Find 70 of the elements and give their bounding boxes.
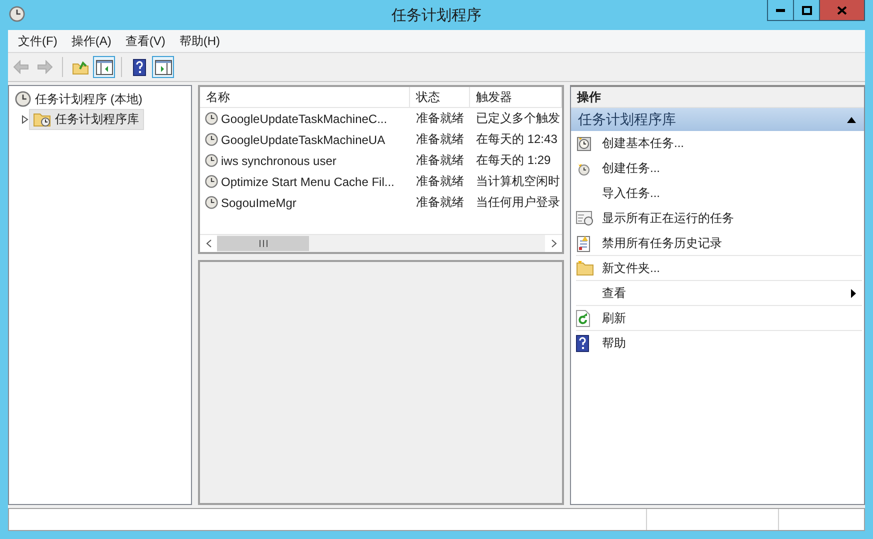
table-cell-text: 当计算机空闲时 bbox=[475, 173, 561, 190]
history-log-icon bbox=[576, 234, 591, 252]
pane-title: 操作 bbox=[571, 87, 864, 108]
table-cell-text: 准备就绪 bbox=[415, 152, 465, 169]
forward-arrow-icon bbox=[37, 60, 53, 74]
menu-item[interactable]: 文件(F) bbox=[11, 32, 64, 50]
window-title: 任务计划程序 bbox=[392, 6, 482, 25]
action-link[interactable]: 刷新 bbox=[602, 310, 626, 326]
scroll-left-icon[interactable] bbox=[206, 239, 212, 248]
table-cell-text: 在每天的 1:29 bbox=[475, 152, 552, 169]
clock-icon bbox=[205, 112, 218, 125]
clock-icon bbox=[205, 175, 218, 188]
scroll-right-icon[interactable] bbox=[550, 239, 556, 248]
minimize-icon bbox=[776, 8, 785, 12]
section-header[interactable]: 任务计划程序库 bbox=[571, 108, 864, 131]
help-icon bbox=[132, 58, 146, 76]
toolbar-button[interactable] bbox=[93, 56, 115, 78]
action-link[interactable]: 创建基本任务... bbox=[602, 134, 684, 152]
folder-icon bbox=[576, 260, 594, 276]
clock-icon bbox=[205, 154, 218, 167]
table-cell-text: 在每天的 12:43 bbox=[475, 131, 558, 148]
action-link[interactable]: 显示所有正在运行的任务 bbox=[602, 210, 734, 226]
action-pane-icon bbox=[154, 60, 172, 74]
folder-clock-icon bbox=[33, 111, 51, 127]
table-cell-text: 准备就绪 bbox=[415, 131, 465, 148]
menu-item[interactable]: 查看(V) bbox=[118, 32, 172, 50]
action-link[interactable]: 禁用所有任务历史记录 bbox=[602, 234, 722, 252]
app-clock-icon bbox=[9, 6, 25, 22]
collapse-triangle-icon[interactable] bbox=[847, 116, 856, 122]
action-link[interactable]: 创建任务... bbox=[602, 160, 660, 176]
action-link[interactable]: 帮助 bbox=[602, 334, 626, 352]
table-cell: SogouImeMgr bbox=[200, 196, 410, 210]
tree-item[interactable]: 任务计划程序库 bbox=[29, 108, 144, 130]
toolbar-button[interactable] bbox=[152, 56, 174, 78]
back-arrow-icon bbox=[13, 60, 29, 74]
table-cell-text: 准备就绪 bbox=[415, 173, 465, 190]
menu-item[interactable]: 帮助(H) bbox=[172, 32, 227, 50]
tree-item[interactable]: 任务计划程序 (本地) bbox=[11, 88, 148, 110]
action-link[interactable]: 查看 bbox=[602, 284, 626, 302]
folder-up-icon bbox=[72, 60, 88, 74]
scroll-thumb[interactable] bbox=[217, 236, 309, 251]
clock-wizard-icon bbox=[576, 135, 592, 151]
refresh-icon bbox=[576, 310, 590, 326]
close-icon bbox=[837, 6, 847, 14]
action-link[interactable]: 新文件夹... bbox=[602, 260, 660, 276]
maximize-icon bbox=[802, 6, 812, 14]
table-cell: Optimize Start Menu Cache Fil... bbox=[200, 174, 410, 188]
minimize-button[interactable] bbox=[767, 0, 794, 21]
table-cell: GoogleUpdateTaskMachineUA bbox=[200, 132, 410, 146]
expand-arrow-icon[interactable] bbox=[21, 114, 29, 124]
horizontal-scrollbar[interactable] bbox=[200, 234, 562, 252]
help-icon bbox=[576, 334, 589, 352]
close-button[interactable] bbox=[819, 0, 865, 21]
column-header[interactable]: 名称 bbox=[200, 87, 410, 107]
table-cell: GoogleUpdateTaskMachineC... bbox=[200, 112, 410, 126]
table-cell-text: 准备就绪 bbox=[415, 110, 465, 127]
action-link[interactable]: 导入任务... bbox=[602, 184, 660, 202]
new-task-icon bbox=[576, 160, 591, 176]
table-cell-text: 当任何用户登录 bbox=[475, 194, 561, 211]
table-cell-text: 准备就绪 bbox=[415, 194, 465, 211]
column-header[interactable]: 状态 bbox=[410, 87, 470, 107]
tree-pane-icon bbox=[96, 60, 112, 74]
table-cell: iws synchronous user bbox=[200, 154, 410, 168]
clock-icon bbox=[15, 91, 31, 107]
table-cell-text: 已定义多个触发 bbox=[475, 110, 561, 127]
column-header[interactable]: 触发器 bbox=[470, 87, 562, 107]
clock-icon bbox=[205, 196, 218, 209]
menu-item[interactable]: 操作(A) bbox=[64, 32, 118, 50]
running-tasks-icon bbox=[576, 210, 594, 226]
clock-icon bbox=[205, 133, 218, 146]
